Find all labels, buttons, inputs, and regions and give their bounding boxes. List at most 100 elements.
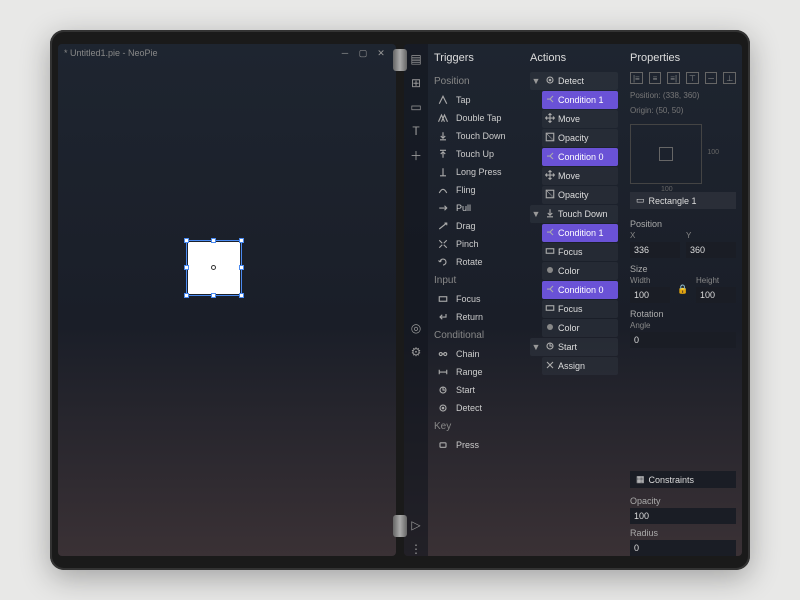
trigger-range[interactable]: Range (434, 363, 518, 381)
y-input[interactable] (686, 242, 736, 258)
trigger-tap[interactable]: Tap (434, 91, 518, 109)
trigger-label: Chain (456, 349, 480, 359)
chevron-down-icon[interactable]: ▼ (530, 342, 542, 352)
chevron-down-icon[interactable]: ▼ (530, 209, 542, 219)
action-label: Color (558, 323, 580, 333)
action-focus[interactable]: Focus (542, 243, 618, 261)
action-start[interactable]: ▼Start (530, 338, 618, 356)
maximize-button[interactable]: ▢ (354, 48, 372, 59)
focus-icon (436, 293, 450, 305)
more-icon[interactable]: ⋮ (409, 542, 423, 556)
branch-icon (542, 226, 558, 240)
size-label: Size (630, 264, 736, 274)
action-label: Touch Down (558, 209, 608, 219)
position-meta: Position: (338, 360) (630, 90, 736, 101)
handle-bm[interactable] (211, 293, 216, 298)
action-color[interactable]: Color (542, 262, 618, 280)
trigger-chain[interactable]: Chain (434, 345, 518, 363)
target-icon[interactable]: ◎ (409, 321, 423, 335)
add-icon[interactable]: ＋ (409, 148, 423, 162)
move-icon (542, 112, 558, 126)
action-touch-down[interactable]: ▼ Touch Down (530, 205, 618, 223)
trigger-label: Double Tap (456, 113, 501, 123)
action-label: Focus (558, 247, 583, 257)
trigger-long-press[interactable]: Long Press (434, 163, 518, 181)
trigger-fling[interactable]: Fling (434, 181, 518, 199)
align-middle-icon[interactable]: ─ (705, 72, 718, 84)
action-condition-0[interactable]: Condition 0 (542, 281, 618, 299)
align-right-icon[interactable]: ≡| (667, 72, 680, 84)
trigger-start[interactable]: Start (434, 381, 518, 399)
panels-screen: ▤ ⊞ ▭ T ＋ ◎ ⚙ ▷ ⋮ Triggers PositionTapDo… (404, 44, 742, 556)
object-name: Rectangle 1 (649, 196, 697, 206)
radius-input[interactable] (630, 540, 736, 556)
action-assign[interactable]: Assign (542, 357, 618, 375)
opacity-input[interactable] (630, 508, 736, 524)
trigger-drag[interactable]: Drag (434, 217, 518, 235)
action-label: Condition 1 (558, 228, 604, 238)
handle-tr[interactable] (239, 238, 244, 243)
align-left-icon[interactable]: |≡ (630, 72, 643, 84)
action-move[interactable]: Move (542, 167, 618, 185)
action-focus[interactable]: Focus (542, 300, 618, 318)
handle-tm[interactable] (211, 238, 216, 243)
x-input[interactable] (630, 242, 680, 258)
artboard-icon[interactable]: ▭ (409, 100, 423, 114)
return-icon (436, 311, 450, 323)
close-button[interactable]: ✕ (372, 48, 390, 59)
layers-icon[interactable]: ▤ (409, 52, 423, 66)
start-icon (542, 340, 558, 354)
trigger-detect[interactable]: Detect (434, 399, 518, 417)
trigger-pull[interactable]: Pull (434, 199, 518, 217)
trigger-label: Touch Down (456, 131, 506, 141)
text-icon[interactable]: T (409, 124, 423, 138)
action-condition-1[interactable]: Condition 1 (542, 224, 618, 242)
trigger-group-key: Key (434, 421, 518, 432)
angle-input[interactable] (630, 332, 736, 348)
minimize-button[interactable]: ─ (336, 48, 354, 58)
align-top-icon[interactable]: ⊤ (686, 72, 699, 84)
height-input[interactable] (696, 287, 736, 303)
grid-icon[interactable]: ⊞ (409, 76, 423, 90)
constraints-chip[interactable]: ▦Constraints (630, 471, 736, 488)
actions-panel: Actions ▼DetectCondition 1MoveOpacityCon… (524, 44, 624, 556)
handle-bl[interactable] (184, 293, 189, 298)
chevron-down-icon[interactable]: ▼ (530, 76, 542, 86)
trigger-focus[interactable]: Focus (434, 290, 518, 308)
action-move[interactable]: Move (542, 110, 618, 128)
action-detect[interactable]: ▼Detect (530, 72, 618, 90)
trigger-pinch[interactable]: Pinch (434, 235, 518, 253)
x-label: X (630, 231, 680, 240)
trigger-double-tap[interactable]: Double Tap (434, 109, 518, 127)
object-chip[interactable]: ▭Rectangle 1 (630, 192, 736, 209)
trigger-return[interactable]: Return (434, 308, 518, 326)
opacity-label: Opacity (630, 496, 736, 506)
handle-mr[interactable] (239, 265, 244, 270)
tdown-icon (436, 130, 450, 142)
rotation-label: Rotation (630, 309, 736, 319)
tdown-icon (542, 207, 558, 221)
lock-aspect-icon[interactable]: 🔒 (676, 276, 690, 303)
align-tools: |≡ ≡ ≡| ⊤ ─ ⊥ (630, 72, 736, 84)
trigger-rotate[interactable]: Rotate (434, 253, 518, 271)
width-input[interactable] (630, 287, 670, 303)
handle-br[interactable] (239, 293, 244, 298)
action-color[interactable]: Color (542, 319, 618, 337)
trigger-touch-up[interactable]: Touch Up (434, 145, 518, 163)
action-opacity[interactable]: Opacity (542, 186, 618, 204)
handle-ml[interactable] (184, 265, 189, 270)
trigger-label: Press (456, 440, 479, 450)
action-condition-1[interactable]: Condition 1 (542, 91, 618, 109)
action-condition-0[interactable]: Condition 0 (542, 148, 618, 166)
handle-tl[interactable] (184, 238, 189, 243)
play-icon[interactable]: ▷ (409, 518, 423, 532)
settings-icon[interactable]: ⚙ (409, 345, 423, 359)
tup-icon (436, 148, 450, 160)
trigger-touch-down[interactable]: Touch Down (434, 127, 518, 145)
trigger-press[interactable]: Press (434, 436, 518, 454)
pull-icon (436, 202, 450, 214)
canvas[interactable] (58, 62, 396, 556)
align-bottom-icon[interactable]: ⊥ (723, 72, 736, 84)
action-opacity[interactable]: Opacity (542, 129, 618, 147)
align-center-icon[interactable]: ≡ (649, 72, 662, 84)
